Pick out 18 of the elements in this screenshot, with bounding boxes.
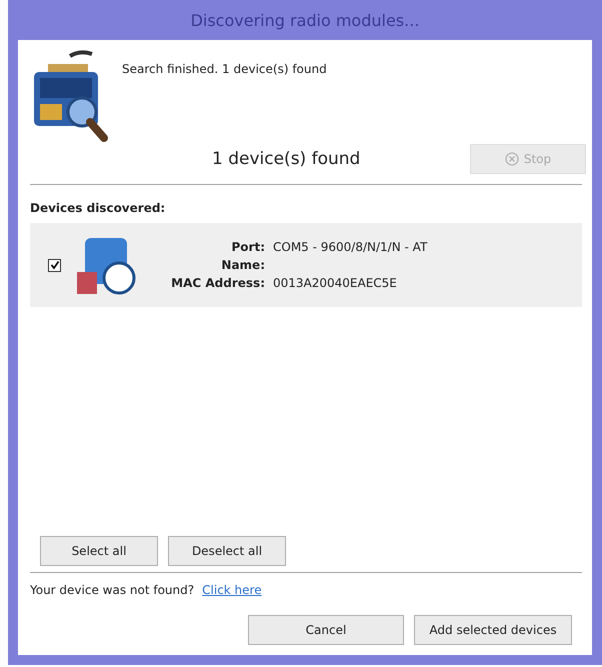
field-label: MAC Address: [170,276,265,290]
help-text: Your device was not found? [30,583,194,597]
device-row[interactable]: Port: COM5 - 9600/8/N/1/N - AT Name: MAC Address: 0013A20040EAEC5E [30,223,582,307]
selection-button[interactable]: Deselect all [168,536,286,566]
window-title: Discovering radio modules... [190,10,420,32]
devices-heading: Devices discovered: [30,201,166,215]
field-value: COM5 - 9600/8/N/1/N - AT [273,240,428,254]
dialog-button[interactable]: Cancel [248,615,404,645]
field-value: 0013A20040EAEC5E [273,276,398,290]
found-count: 1 device(s) found [212,149,360,169]
help-link[interactable]: Click here [202,583,262,597]
dialog-button[interactable]: Add selected devices [414,615,572,645]
field-label: Port: [230,240,265,254]
close-icon [504,152,519,166]
field-label: Name: [220,258,265,272]
checkbox[interactable] [48,258,61,272]
selection-button[interactable]: Select all [40,536,158,566]
status-message: Search finished. 1 device(s) found [122,62,328,76]
